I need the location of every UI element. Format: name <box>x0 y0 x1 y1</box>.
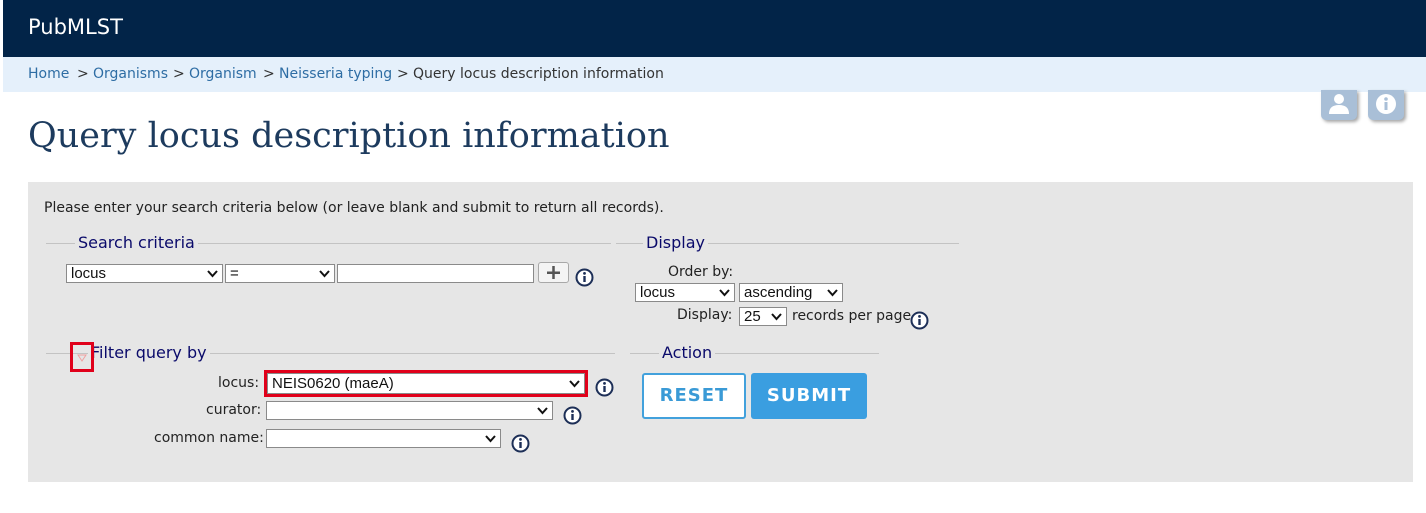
header-bar <box>3 0 1426 57</box>
display-legend: Display <box>643 233 708 252</box>
info-icon[interactable] <box>1368 90 1404 120</box>
info-icon[interactable] <box>511 434 530 453</box>
plus-icon <box>547 266 560 279</box>
operator-select[interactable]: = <box>225 264 335 283</box>
info-icon[interactable] <box>910 311 929 330</box>
info-icon[interactable] <box>563 406 582 425</box>
chevron-down-icon <box>827 289 838 297</box>
info-icon[interactable] <box>595 378 614 397</box>
breadcrumb-current: Query locus description information <box>413 66 664 82</box>
filter-legend: Filter query by <box>88 343 210 362</box>
filter-common-name-label: common name: <box>154 430 264 446</box>
filter-common-name-select[interactable] <box>266 429 501 448</box>
chevron-down-icon <box>207 270 218 278</box>
filter-locus-label: locus: <box>218 375 260 391</box>
search-criteria-legend: Search criteria <box>75 233 198 252</box>
search-field-value: locus <box>71 265 107 282</box>
search-value-input[interactable] <box>337 264 534 283</box>
order-by-select[interactable]: locus <box>635 283 735 302</box>
chevron-down-icon <box>537 407 548 415</box>
chevron-down-icon <box>319 270 330 278</box>
chevron-down-icon <box>485 435 496 443</box>
records-per-page-select[interactable]: 25 <box>739 307 787 326</box>
triangle-down-icon[interactable] <box>73 345 91 369</box>
submit-button[interactable]: SUBMIT <box>751 373 867 419</box>
sort-direction-value: ascending <box>744 284 813 301</box>
filter-curator-select[interactable] <box>266 401 553 420</box>
filter-toggle-highlight[interactable] <box>70 342 94 372</box>
operator-value: = <box>230 265 239 282</box>
site-name[interactable]: PubMLST <box>28 15 123 39</box>
chevron-down-icon <box>771 313 782 321</box>
breadcrumb-neisseria-typing[interactable]: Neisseria typing <box>279 66 392 82</box>
breadcrumb-organisms[interactable]: Organisms <box>93 66 168 82</box>
sort-direction-select[interactable]: ascending <box>739 283 843 302</box>
records-per-page-label: records per page <box>792 308 912 324</box>
page-title: Query locus description information <box>28 116 670 156</box>
breadcrumb-separator: > <box>397 66 409 82</box>
display-label: Display: <box>677 307 733 323</box>
search-field-select[interactable]: locus <box>66 264 223 283</box>
filter-curator-label: curator: <box>206 402 262 418</box>
info-icon[interactable] <box>575 268 594 287</box>
order-by-value: locus <box>640 284 676 301</box>
instructions-text: Please enter your search criteria below … <box>44 200 664 216</box>
reset-button[interactable]: RESET <box>642 373 746 419</box>
locus-select-highlight <box>264 370 588 397</box>
breadcrumb-separator: > <box>173 66 185 82</box>
chevron-down-icon <box>719 289 730 297</box>
breadcrumb-separator: > <box>77 66 89 82</box>
user-icon[interactable] <box>1321 90 1357 120</box>
breadcrumb-separator: > <box>263 66 275 82</box>
add-criteria-button[interactable] <box>538 262 569 283</box>
order-by-label: Order by: <box>668 264 734 280</box>
records-per-page-value: 25 <box>744 308 761 325</box>
action-legend: Action <box>659 343 716 362</box>
breadcrumb-home[interactable]: Home <box>28 66 69 82</box>
breadcrumb-organism[interactable]: Organism <box>189 66 257 82</box>
